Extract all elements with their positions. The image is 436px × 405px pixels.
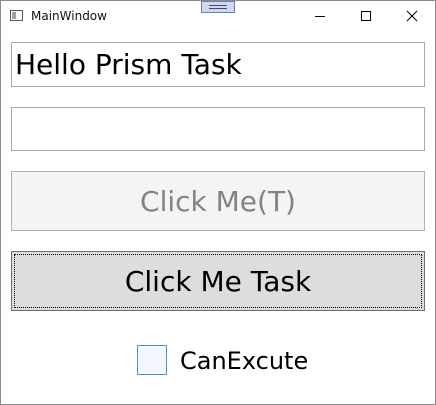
click-me-t-button[interactable]: Click Me(T) [11, 171, 425, 231]
maximize-icon [361, 11, 371, 21]
title-bar[interactable]: MainWindow [1, 1, 435, 31]
minimize-button[interactable] [297, 1, 343, 31]
close-icon [406, 10, 418, 22]
click-me-task-button[interactable]: Click Me Task [11, 251, 425, 311]
click-me-t-label: Click Me(T) [140, 185, 296, 218]
main-window: MainWindow Hello Prism Task Click Me(T) [0, 0, 436, 405]
window-app-icon[interactable] [10, 10, 23, 21]
can-execute-label[interactable]: CanExcute [180, 346, 308, 376]
maximize-button[interactable] [343, 1, 389, 31]
click-me-task-label: Click Me Task [124, 265, 312, 298]
debug-toolbar-grip-icon[interactable] [201, 1, 235, 13]
close-button[interactable] [389, 1, 435, 31]
message-text: Hello Prism Task [15, 48, 242, 81]
window-title: MainWindow [31, 9, 107, 23]
can-execute-checkbox[interactable] [137, 345, 167, 375]
message-textbox[interactable]: Hello Prism Task [11, 42, 425, 87]
minimize-icon [315, 16, 325, 17]
second-textbox[interactable] [11, 107, 425, 151]
